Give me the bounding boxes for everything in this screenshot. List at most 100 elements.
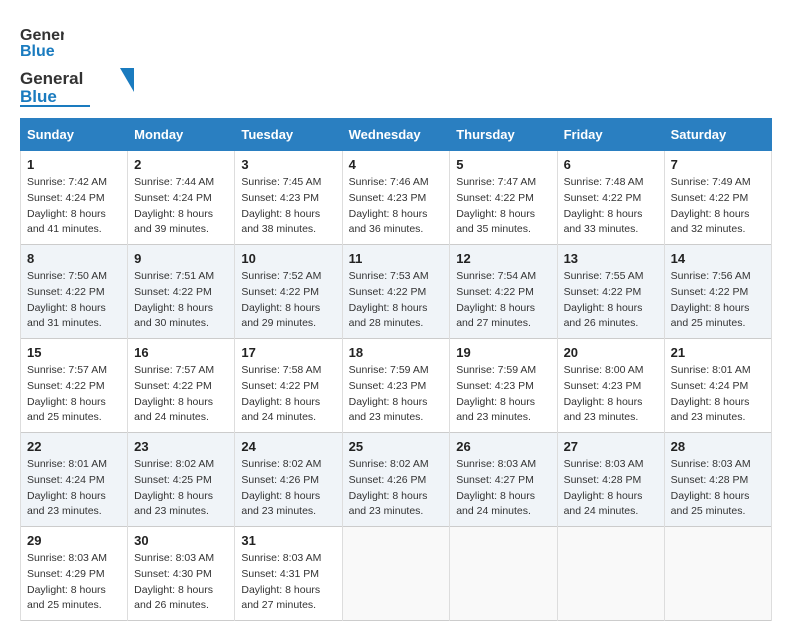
day-number: 4 [349,157,444,172]
day-detail: Sunrise: 7:53 AMSunset: 4:22 PMDaylight:… [349,270,429,329]
day-number: 29 [27,533,121,548]
calendar-week-row: 15 Sunrise: 7:57 AMSunset: 4:22 PMDaylig… [21,339,772,433]
day-detail: Sunrise: 7:49 AMSunset: 4:22 PMDaylight:… [671,176,751,235]
day-number: 1 [27,157,121,172]
day-detail: Sunrise: 7:57 AMSunset: 4:22 PMDaylight:… [134,364,214,423]
page-header: General Blue General Blue [20,20,772,108]
calendar-cell: 11 Sunrise: 7:53 AMSunset: 4:22 PMDaylig… [342,245,450,339]
calendar-cell [557,527,664,621]
day-number: 17 [241,345,335,360]
header-day-thursday: Thursday [450,119,557,151]
calendar-cell: 13 Sunrise: 7:55 AMSunset: 4:22 PMDaylig… [557,245,664,339]
day-number: 2 [134,157,228,172]
day-number: 30 [134,533,228,548]
day-number: 25 [349,439,444,454]
calendar-cell: 22 Sunrise: 8:01 AMSunset: 4:24 PMDaylig… [21,433,128,527]
day-number: 18 [349,345,444,360]
day-detail: Sunrise: 8:03 AMSunset: 4:27 PMDaylight:… [456,458,536,517]
day-detail: Sunrise: 7:59 AMSunset: 4:23 PMDaylight:… [456,364,536,423]
calendar-cell: 27 Sunrise: 8:03 AMSunset: 4:28 PMDaylig… [557,433,664,527]
day-number: 9 [134,251,228,266]
day-number: 12 [456,251,550,266]
day-number: 28 [671,439,765,454]
calendar-cell: 8 Sunrise: 7:50 AMSunset: 4:22 PMDayligh… [21,245,128,339]
day-detail: Sunrise: 7:51 AMSunset: 4:22 PMDaylight:… [134,270,214,329]
calendar-week-row: 1 Sunrise: 7:42 AMSunset: 4:24 PMDayligh… [21,151,772,245]
day-number: 8 [27,251,121,266]
calendar-table: SundayMondayTuesdayWednesdayThursdayFrid… [20,118,772,621]
day-detail: Sunrise: 8:03 AMSunset: 4:29 PMDaylight:… [27,552,107,611]
calendar-cell: 31 Sunrise: 8:03 AMSunset: 4:31 PMDaylig… [235,527,342,621]
day-detail: Sunrise: 8:00 AMSunset: 4:23 PMDaylight:… [564,364,644,423]
calendar-cell: 28 Sunrise: 8:03 AMSunset: 4:28 PMDaylig… [664,433,771,527]
header-day-sunday: Sunday [21,119,128,151]
day-number: 27 [564,439,658,454]
calendar-cell: 4 Sunrise: 7:46 AMSunset: 4:23 PMDayligh… [342,151,450,245]
day-number: 15 [27,345,121,360]
day-detail: Sunrise: 8:02 AMSunset: 4:26 PMDaylight:… [349,458,429,517]
calendar-cell: 15 Sunrise: 7:57 AMSunset: 4:22 PMDaylig… [21,339,128,433]
calendar-cell: 1 Sunrise: 7:42 AMSunset: 4:24 PMDayligh… [21,151,128,245]
day-number: 22 [27,439,121,454]
calendar-cell: 14 Sunrise: 7:56 AMSunset: 4:22 PMDaylig… [664,245,771,339]
day-number: 10 [241,251,335,266]
calendar-cell: 7 Sunrise: 7:49 AMSunset: 4:22 PMDayligh… [664,151,771,245]
calendar-cell: 10 Sunrise: 7:52 AMSunset: 4:22 PMDaylig… [235,245,342,339]
calendar-cell: 12 Sunrise: 7:54 AMSunset: 4:22 PMDaylig… [450,245,557,339]
day-detail: Sunrise: 7:48 AMSunset: 4:22 PMDaylight:… [564,176,644,235]
svg-text:General: General [20,69,83,88]
day-number: 26 [456,439,550,454]
day-detail: Sunrise: 8:03 AMSunset: 4:30 PMDaylight:… [134,552,214,611]
day-detail: Sunrise: 7:54 AMSunset: 4:22 PMDaylight:… [456,270,536,329]
day-number: 31 [241,533,335,548]
calendar-week-row: 8 Sunrise: 7:50 AMSunset: 4:22 PMDayligh… [21,245,772,339]
logo-svg: General Blue [20,64,140,108]
day-detail: Sunrise: 7:55 AMSunset: 4:22 PMDaylight:… [564,270,644,329]
day-detail: Sunrise: 7:57 AMSunset: 4:22 PMDaylight:… [27,364,107,423]
day-detail: Sunrise: 8:03 AMSunset: 4:31 PMDaylight:… [241,552,321,611]
day-number: 6 [564,157,658,172]
day-detail: Sunrise: 7:58 AMSunset: 4:22 PMDaylight:… [241,364,321,423]
day-number: 3 [241,157,335,172]
day-detail: Sunrise: 7:46 AMSunset: 4:23 PMDaylight:… [349,176,429,235]
day-number: 13 [564,251,658,266]
calendar-cell: 16 Sunrise: 7:57 AMSunset: 4:22 PMDaylig… [128,339,235,433]
day-detail: Sunrise: 8:03 AMSunset: 4:28 PMDaylight:… [564,458,644,517]
day-detail: Sunrise: 7:56 AMSunset: 4:22 PMDaylight:… [671,270,751,329]
calendar-cell: 18 Sunrise: 7:59 AMSunset: 4:23 PMDaylig… [342,339,450,433]
calendar-cell [664,527,771,621]
day-number: 24 [241,439,335,454]
logo-area: General Blue General Blue [20,20,140,108]
calendar-cell: 9 Sunrise: 7:51 AMSunset: 4:22 PMDayligh… [128,245,235,339]
day-number: 5 [456,157,550,172]
day-detail: Sunrise: 8:01 AMSunset: 4:24 PMDaylight:… [671,364,751,423]
header-day-friday: Friday [557,119,664,151]
calendar-cell: 25 Sunrise: 8:02 AMSunset: 4:26 PMDaylig… [342,433,450,527]
day-number: 23 [134,439,228,454]
calendar-cell: 21 Sunrise: 8:01 AMSunset: 4:24 PMDaylig… [664,339,771,433]
day-detail: Sunrise: 7:50 AMSunset: 4:22 PMDaylight:… [27,270,107,329]
calendar-week-row: 22 Sunrise: 8:01 AMSunset: 4:24 PMDaylig… [21,433,772,527]
logo-icon: General Blue [20,20,64,64]
header-day-wednesday: Wednesday [342,119,450,151]
calendar-header: SundayMondayTuesdayWednesdayThursdayFrid… [21,119,772,151]
day-number: 19 [456,345,550,360]
calendar-cell: 26 Sunrise: 8:03 AMSunset: 4:27 PMDaylig… [450,433,557,527]
day-number: 11 [349,251,444,266]
day-number: 14 [671,251,765,266]
svg-text:General: General [20,27,64,44]
logo: General Blue [20,20,64,64]
day-number: 20 [564,345,658,360]
calendar-week-row: 29 Sunrise: 8:03 AMSunset: 4:29 PMDaylig… [21,527,772,621]
calendar-cell: 24 Sunrise: 8:02 AMSunset: 4:26 PMDaylig… [235,433,342,527]
day-detail: Sunrise: 8:03 AMSunset: 4:28 PMDaylight:… [671,458,751,517]
calendar-cell [450,527,557,621]
day-number: 16 [134,345,228,360]
day-detail: Sunrise: 8:02 AMSunset: 4:25 PMDaylight:… [134,458,214,517]
calendar-cell: 30 Sunrise: 8:03 AMSunset: 4:30 PMDaylig… [128,527,235,621]
calendar-cell: 17 Sunrise: 7:58 AMSunset: 4:22 PMDaylig… [235,339,342,433]
day-detail: Sunrise: 7:42 AMSunset: 4:24 PMDaylight:… [27,176,107,235]
header-day-saturday: Saturday [664,119,771,151]
day-number: 21 [671,345,765,360]
svg-text:Blue: Blue [20,43,55,60]
